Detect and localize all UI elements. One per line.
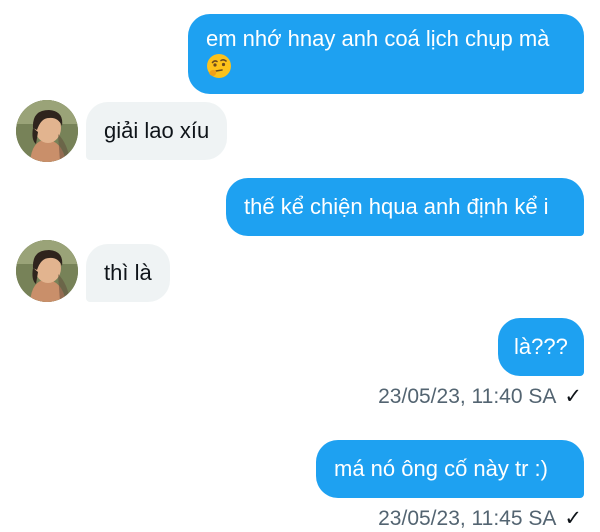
message-text: giải lao xíu [104,118,210,143]
outgoing-message-bubble[interactable]: má nó ông cố này tr :) [316,440,584,498]
incoming-message-bubble[interactable]: thì là [86,244,170,302]
contact-avatar[interactable] [16,240,78,302]
outgoing-message-bubble[interactable]: là??? [498,318,584,376]
message-timestamp: 23/05/23, 11:45 SA ✓ [378,506,582,532]
message-thread: em nhớ hnay anh coá lịch chụp mà giải la… [0,0,600,532]
incoming-message-bubble[interactable]: giải lao xíu [86,102,228,160]
message-text: thì là [104,260,152,285]
timestamp-text: 23/05/23, 11:40 SA [378,385,557,408]
outgoing-message-bubble[interactable]: thế kể chiện hqua anh định kể i [226,178,584,236]
contact-avatar[interactable] [16,100,78,162]
thinking-face-emoji [206,53,232,79]
message-timestamp: 23/05/23, 11:40 SA ✓ [378,384,582,410]
message-text: má nó ông cố này tr :) [334,456,548,481]
message-text: là??? [514,334,568,359]
message-text: em nhớ hnay anh coá lịch chụp mà [206,26,550,51]
message-text: thế kể chiện hqua anh định kể i [244,194,549,219]
sent-check-icon: ✓ [564,385,582,408]
timestamp-text: 23/05/23, 11:45 SA [378,507,557,530]
sent-check-icon: ✓ [564,507,582,530]
outgoing-message-bubble[interactable]: em nhớ hnay anh coá lịch chụp mà [188,14,584,94]
